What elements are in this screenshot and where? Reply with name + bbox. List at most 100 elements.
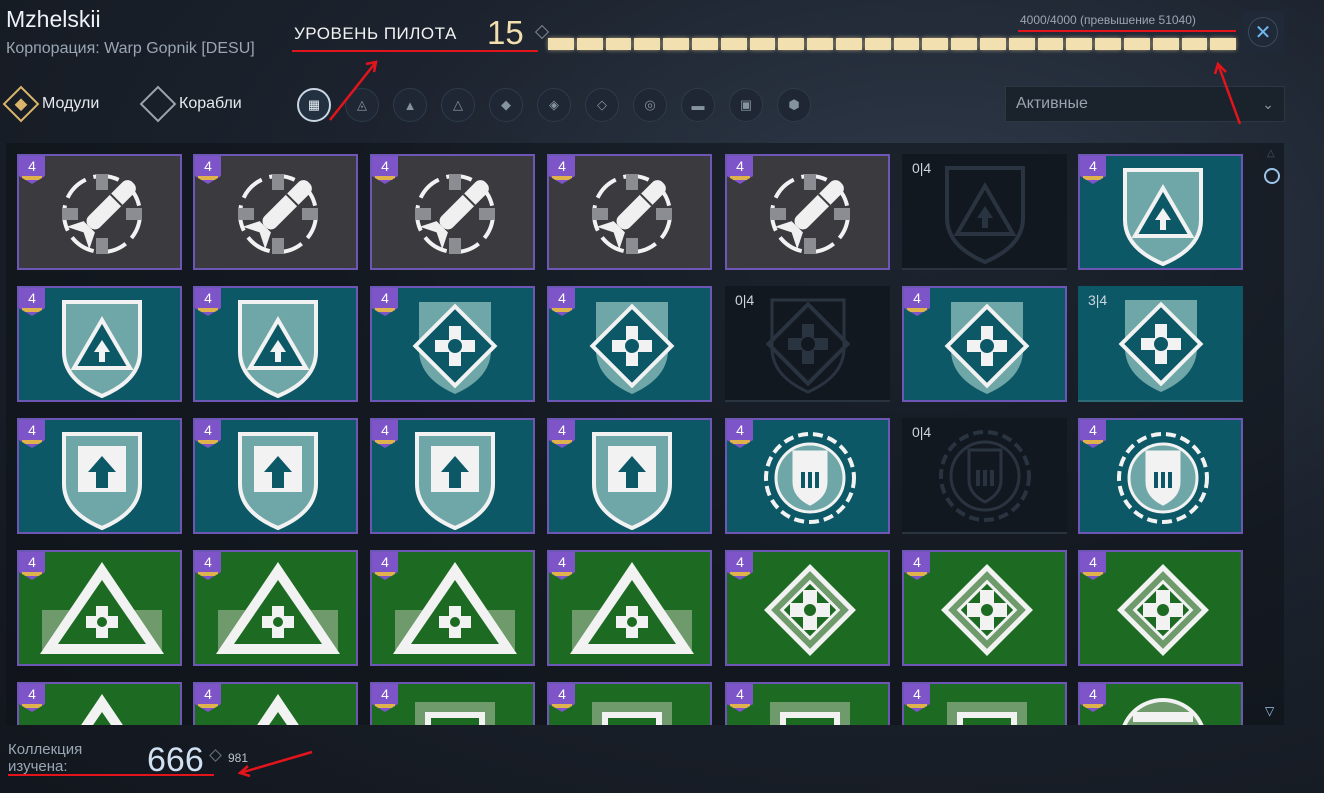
xp-bar-segment	[1123, 38, 1150, 50]
module-card[interactable]: 0|4	[902, 154, 1067, 270]
module-card[interactable]: 4	[370, 286, 535, 402]
module-card[interactable]: 4	[193, 286, 358, 402]
card-count: 0|4	[912, 424, 932, 440]
xp-progress-text: 4000/4000 (превышение 51040)	[1020, 13, 1196, 27]
filter-carrier-icon[interactable]: ◇	[585, 88, 619, 122]
card-count: 0|4	[735, 292, 755, 308]
module-card[interactable]: 4	[17, 286, 182, 402]
module-card[interactable]: 3|4	[1078, 286, 1243, 402]
filter-destroyer-icon[interactable]: △	[441, 88, 475, 122]
module-card[interactable]: 4	[547, 682, 712, 725]
collection-label: Коллекция изучена:	[8, 741, 83, 775]
module-card[interactable]: 4	[902, 682, 1067, 725]
xp-bar-segment	[634, 38, 661, 50]
xp-bar-segment	[807, 38, 833, 50]
module-card[interactable]: 4	[547, 550, 712, 666]
xp-bar-segment	[893, 38, 920, 50]
module-card[interactable]: 4	[1078, 154, 1243, 270]
module-card[interactable]: 0|4	[902, 418, 1067, 534]
module-card[interactable]: 4	[1078, 550, 1243, 666]
tab-ships[interactable]: Корабли	[139, 85, 242, 123]
filter-select-value: Активные	[1016, 95, 1088, 112]
module-card[interactable]: 4	[193, 550, 358, 666]
xp-bar-segment	[864, 38, 891, 50]
xp-bar-segment	[951, 38, 977, 50]
filter-cruiser-icon[interactable]: ◆	[489, 88, 523, 122]
xp-bar-segment	[922, 38, 949, 50]
module-card[interactable]: 4	[902, 550, 1067, 666]
pilot-level-value: 15	[487, 14, 524, 51]
module-card[interactable]: 4	[725, 154, 890, 270]
module-card[interactable]: 4	[547, 286, 712, 402]
card-count: 0|4	[912, 160, 932, 176]
ships-diamond-icon	[139, 85, 177, 123]
annotation-underline-level	[292, 50, 538, 52]
xp-bar-segment	[1037, 38, 1064, 50]
pilot-level-label: УРОВЕНЬ ПИЛОТА	[294, 24, 457, 43]
module-card[interactable]: 4	[725, 682, 890, 725]
xp-bar-segment	[1152, 38, 1179, 50]
filter-frigate-icon[interactable]: ▲	[393, 88, 427, 122]
annotation-underline-xp	[1018, 30, 1236, 32]
close-button[interactable]: ✕	[1242, 11, 1284, 53]
xp-bar-segment	[663, 38, 689, 50]
modules-diamond-icon	[2, 85, 40, 123]
filter-support-icon[interactable]: ▣	[729, 88, 763, 122]
tab-ships-label: Корабли	[179, 95, 242, 112]
xp-bar-segment	[548, 38, 574, 50]
filter-battleship-icon[interactable]: ◈	[537, 88, 571, 122]
module-card[interactable]: 4	[1078, 682, 1243, 725]
module-card[interactable]: 4	[370, 154, 535, 270]
annotation-underline-collection	[8, 774, 214, 776]
tab-modules[interactable]: Модули	[2, 85, 100, 123]
module-grid: 4 4 4 4 4 0|4 4 4 4 4 4 0|4 4 3|4 4 4 4 4 4 0|4 4 4 4 4 4 4 4 4 4 4 4 4…	[6, 143, 1284, 725]
chevron-down-icon: ⌄	[1262, 95, 1274, 112]
module-card[interactable]: 4	[370, 550, 535, 666]
collection-diamond-icon	[209, 749, 222, 762]
scroll-down-icon[interactable]: ▽	[1265, 704, 1274, 718]
xp-bar-segment	[1181, 38, 1208, 50]
filter-module-icon[interactable]: ▬	[681, 88, 715, 122]
filter-select[interactable]: Активные ⌄	[1005, 86, 1285, 122]
module-card[interactable]: 4	[370, 682, 535, 725]
xp-progress-bar	[548, 38, 1237, 50]
pilot-name: Mzhelskii	[6, 6, 101, 32]
module-card[interactable]: 4	[17, 682, 182, 725]
module-card[interactable]: 4	[902, 286, 1067, 402]
module-card[interactable]: 4	[547, 154, 712, 270]
xp-bar-segment	[720, 38, 747, 50]
xp-bar-segment	[1095, 38, 1121, 50]
xp-bar-segment	[605, 38, 632, 50]
module-card[interactable]: 4	[193, 682, 358, 725]
xp-bar-segment	[1066, 38, 1093, 50]
collection-total: 981	[228, 751, 249, 765]
xp-bar-segment	[1210, 38, 1237, 50]
filter-shield-icon[interactable]: ⬢	[777, 88, 811, 122]
module-card[interactable]: 4	[17, 154, 182, 270]
filter-weapon-icon[interactable]: ◎	[633, 88, 667, 122]
xp-bar-segment	[691, 38, 718, 50]
level-diamond-icon	[534, 24, 550, 40]
module-card[interactable]: 4	[193, 418, 358, 534]
module-card[interactable]: 4	[725, 418, 890, 534]
module-card[interactable]: 4	[17, 550, 182, 666]
module-card[interactable]: 4	[547, 418, 712, 534]
module-card[interactable]: 4	[17, 418, 182, 534]
xp-bar-segment	[576, 38, 603, 50]
tab-modules-label: Модули	[42, 95, 100, 112]
module-card[interactable]: 4	[193, 154, 358, 270]
module-card[interactable]: 4	[1078, 418, 1243, 534]
xp-bar-segment	[749, 38, 776, 50]
module-card[interactable]: 4	[370, 418, 535, 534]
scrollbar-thumb[interactable]	[1264, 168, 1280, 184]
xp-bar-segment	[1008, 38, 1035, 50]
scroll-up-icon[interactable]: △	[1267, 148, 1275, 159]
module-card[interactable]: 0|4	[725, 286, 890, 402]
xp-bar-segment	[778, 38, 805, 50]
card-count: 3|4	[1088, 292, 1108, 308]
filter-grid-icon[interactable]: ▦	[297, 88, 331, 122]
xp-bar-segment	[979, 38, 1006, 50]
close-icon: ✕	[1248, 17, 1278, 47]
filter-fighter-icon[interactable]: ◬	[345, 88, 379, 122]
module-card[interactable]: 4	[725, 550, 890, 666]
